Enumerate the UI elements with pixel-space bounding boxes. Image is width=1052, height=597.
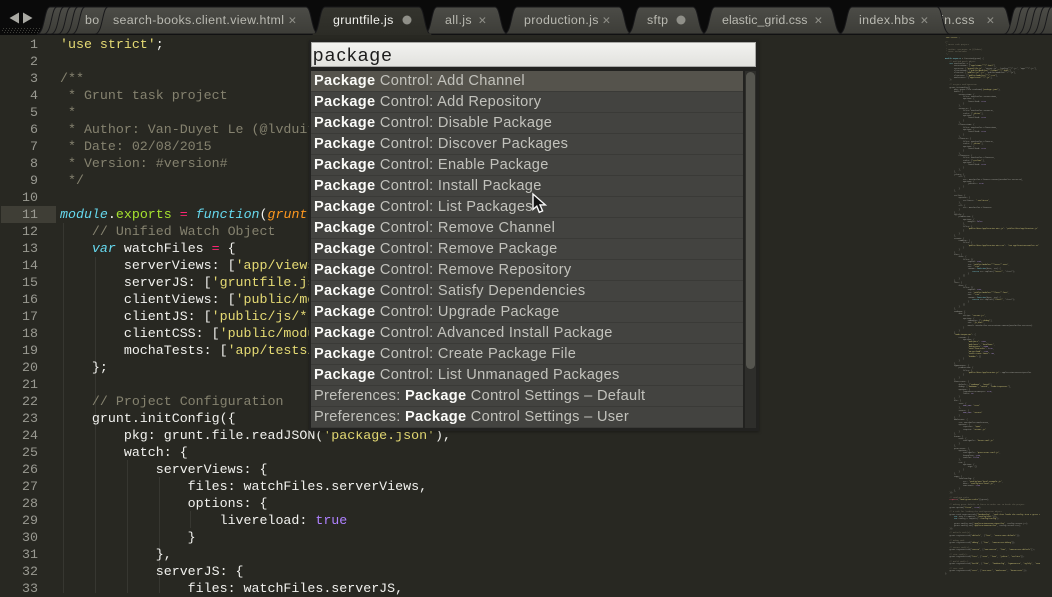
svg-text:index.hbs: index.hbs (859, 13, 915, 27)
svg-text:✕: ✕ (478, 15, 487, 27)
svg-text:✕: ✕ (602, 15, 611, 27)
svg-text:production.js: production.js (524, 13, 599, 27)
svg-text:gruntfile.js: gruntfile.js (333, 13, 394, 27)
svg-text:sftp: sftp (647, 13, 668, 27)
svg-text:✕: ✕ (288, 15, 297, 27)
svg-text:in.css: in.css (941, 13, 975, 27)
svg-text:✕: ✕ (920, 15, 929, 27)
svg-text:search-books.client.view.html: search-books.client.view.html (113, 13, 284, 27)
svg-text:✕: ✕ (986, 15, 995, 27)
svg-text:elastic_grid.css: elastic_grid.css (722, 13, 808, 27)
svg-text:all.js: all.js (445, 13, 472, 27)
svg-text:bo: bo (85, 13, 99, 27)
svg-text:✕: ✕ (814, 15, 823, 27)
